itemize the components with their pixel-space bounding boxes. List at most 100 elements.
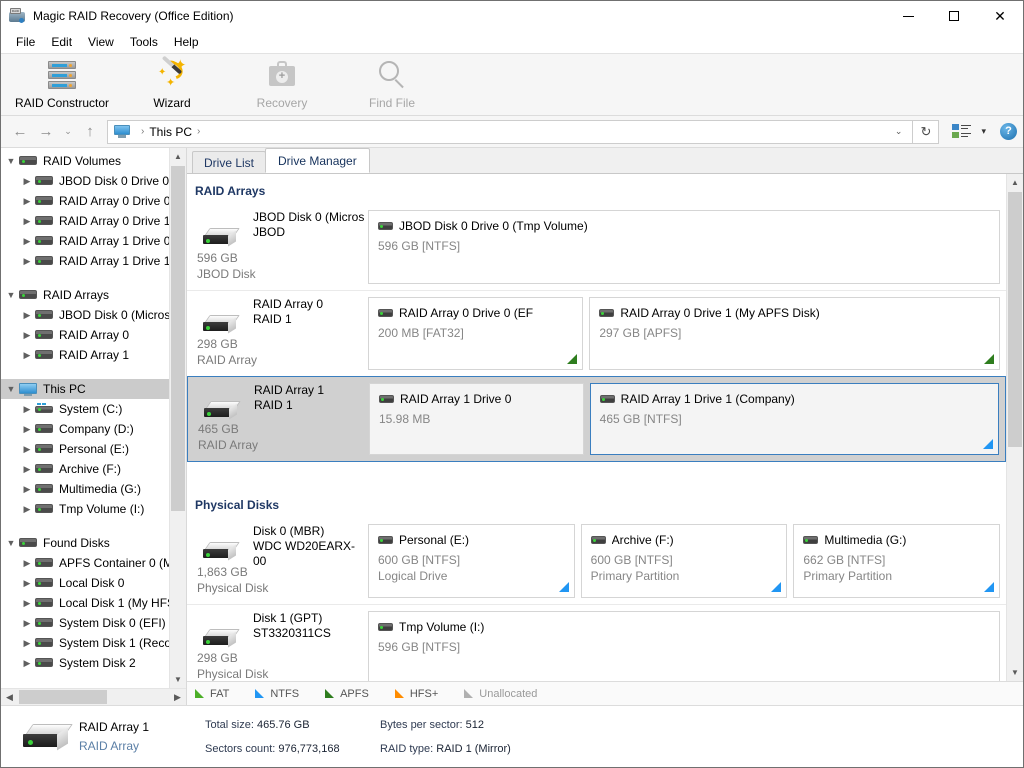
sidebar-horizontal-scrollbar[interactable]: ◀ ▶	[1, 688, 186, 705]
tree-group-this-pc[interactable]: ▼This PC	[1, 379, 186, 399]
chevron-right-icon[interactable]: ▶	[19, 504, 35, 515]
partition-tile[interactable]: RAID Array 1 Drive 1 (Company)465 GB [NT…	[590, 383, 999, 455]
chevron-right-icon[interactable]: ▶	[19, 444, 35, 455]
chevron-right-icon[interactable]: ▶	[19, 598, 35, 609]
menu-item-view[interactable]: View	[80, 33, 122, 51]
tree-item-local-disk-1-my-hfs[interactable]: ▶Local Disk 1 (My HFS	[1, 593, 186, 613]
chevron-right-icon[interactable]: ▶	[19, 330, 35, 341]
chevron-down-icon[interactable]: ▼	[3, 384, 19, 394]
tree-item-jbod-disk-0-drive-0-[interactable]: ▶JBOD Disk 0 Drive 0 (	[1, 171, 186, 191]
chevron-right-icon[interactable]: ▶	[19, 578, 35, 589]
breadcrumb[interactable]: › This PC › ⌄	[107, 120, 913, 144]
chevron-right-icon[interactable]: ▶	[19, 404, 35, 415]
wizard-button[interactable]: ✦ ✦ ✦ Wizard	[117, 54, 227, 115]
raid-constructor-button[interactable]: RAID Constructor	[7, 54, 117, 115]
scroll-left-icon[interactable]: ◀	[1, 689, 18, 706]
chevron-down-icon[interactable]: ▼	[3, 290, 19, 300]
menu-item-help[interactable]: Help	[166, 33, 207, 51]
tree-item-apfs-container-0-m[interactable]: ▶APFS Container 0 (M	[1, 553, 186, 573]
navigation-tree[interactable]: ▼RAID Volumes▶JBOD Disk 0 Drive 0 (▶RAID…	[1, 148, 186, 688]
chevron-right-icon[interactable]: ▶	[19, 558, 35, 569]
chevron-right-icon[interactable]: ▶	[19, 484, 35, 495]
tree-item-system-c-[interactable]: ▶System (C:)	[1, 399, 186, 419]
tree-item-raid-array-0-drive-1[interactable]: ▶RAID Array 0 Drive 1	[1, 211, 186, 231]
chevron-right-icon[interactable]: ▶	[19, 196, 35, 207]
refresh-button[interactable]: ↻	[913, 120, 939, 144]
disk-row[interactable]: JBOD Disk 0 (MicrosJBOD596 GBJBOD DiskJB…	[187, 204, 1006, 290]
chevron-right-icon[interactable]: ▶	[19, 424, 35, 435]
partition-tile[interactable]: RAID Array 0 Drive 1 (My APFS Disk)297 G…	[589, 297, 1000, 370]
back-button[interactable]: ←	[7, 120, 33, 144]
chevron-right-icon[interactable]: ▶	[19, 216, 35, 227]
partition-tile[interactable]: RAID Array 1 Drive 015.98 MB	[369, 383, 584, 455]
disk-row[interactable]: RAID Array 1RAID 1465 GBRAID ArrayRAID A…	[187, 376, 1006, 462]
scroll-down-icon[interactable]: ▼	[170, 671, 186, 688]
tree-item-system-disk-0-efi-[interactable]: ▶System Disk 0 (EFI)	[1, 613, 186, 633]
maximize-button[interactable]	[931, 1, 977, 31]
close-button[interactable]: ✕	[977, 1, 1023, 31]
tree-item-personal-e-[interactable]: ▶Personal (E:)	[1, 439, 186, 459]
recovery-button[interactable]: + Recovery	[227, 54, 337, 115]
tree-item-tmp-volume-i-[interactable]: ▶Tmp Volume (I:)	[1, 499, 186, 519]
chevron-right-icon[interactable]: ▶	[19, 176, 35, 187]
tree-group-raid-arrays[interactable]: ▼RAID Arrays	[1, 285, 186, 305]
tree-item-system-disk-1-recov[interactable]: ▶System Disk 1 (Recov	[1, 633, 186, 653]
partition-tile[interactable]: Personal (E:)600 GB [NTFS]Logical Drive	[368, 524, 575, 598]
tab-drive-manager[interactable]: Drive Manager	[265, 148, 370, 173]
tree-item-raid-array-0[interactable]: ▶RAID Array 0	[1, 325, 186, 345]
canvas-scroll-up-icon[interactable]: ▲	[1007, 174, 1023, 191]
minimize-button[interactable]	[885, 1, 931, 31]
partition-tile[interactable]: Archive (F:)600 GB [NTFS]Primary Partiti…	[581, 524, 788, 598]
tree-group-found-disks[interactable]: ▼Found Disks	[1, 533, 186, 553]
history-dropdown-icon[interactable]: ⌄	[59, 120, 77, 144]
forward-button[interactable]: →	[33, 120, 59, 144]
disk-row[interactable]: Disk 0 (MBR)WDC WD20EARX-001,863 GBPhysi…	[187, 518, 1006, 604]
tree-item-local-disk-0[interactable]: ▶Local Disk 0	[1, 573, 186, 593]
breadcrumb-this-pc[interactable]: This PC	[149, 125, 192, 139]
up-button[interactable]: ↑	[77, 120, 103, 144]
sidebar-hscroll-thumb[interactable]	[19, 690, 107, 704]
scroll-up-icon[interactable]: ▲	[170, 148, 186, 165]
partition-tile[interactable]: Multimedia (G:)662 GB [NTFS]Primary Part…	[793, 524, 1000, 598]
tab-drive-list[interactable]: Drive List	[192, 151, 266, 173]
find-file-button[interactable]: Find File	[337, 54, 447, 115]
tree-item-multimedia-g-[interactable]: ▶Multimedia (G:)	[1, 479, 186, 499]
canvas-scroll-thumb[interactable]	[1008, 192, 1022, 447]
sidebar-vertical-scrollbar[interactable]: ▲ ▼	[169, 148, 186, 688]
canvas-vertical-scrollbar[interactable]: ▲ ▼	[1006, 174, 1023, 681]
tree-item-raid-array-1-drive-1[interactable]: ▶RAID Array 1 Drive 1	[1, 251, 186, 271]
chevron-right-icon[interactable]: ▶	[19, 618, 35, 629]
tree-item-archive-f-[interactable]: ▶Archive (F:)	[1, 459, 186, 479]
tree-item-company-d-[interactable]: ▶Company (D:)	[1, 419, 186, 439]
view-options-caret-icon[interactable]: ▾	[975, 126, 992, 137]
tree-item-raid-array-1[interactable]: ▶RAID Array 1	[1, 345, 186, 365]
chevron-down-icon[interactable]: ▼	[3, 538, 19, 548]
canvas-scroll-down-icon[interactable]: ▼	[1007, 664, 1023, 681]
menu-item-file[interactable]: File	[8, 33, 43, 51]
partition-tile[interactable]: Tmp Volume (I:)596 GB [NTFS]	[368, 611, 1000, 681]
chevron-down-icon[interactable]: ▼	[3, 156, 19, 166]
breadcrumb-dropdown-icon[interactable]: ⌄	[887, 126, 911, 137]
partition-tile[interactable]: RAID Array 0 Drive 0 (EF200 MB [FAT32]	[368, 297, 583, 370]
tree-item-raid-array-0-drive-0[interactable]: ▶RAID Array 0 Drive 0	[1, 191, 186, 211]
tree-item-raid-array-1-drive-0[interactable]: ▶RAID Array 1 Drive 0	[1, 231, 186, 251]
scroll-right-icon[interactable]: ▶	[169, 689, 186, 706]
chevron-right-icon[interactable]: ▶	[19, 464, 35, 475]
tree-item-system-disk-2[interactable]: ▶System Disk 2	[1, 653, 186, 673]
partition-tile[interactable]: JBOD Disk 0 Drive 0 (Tmp Volume)596 GB […	[368, 210, 1000, 284]
chevron-right-icon[interactable]: ▶	[19, 658, 35, 669]
tree-item-jbod-disk-0-microso[interactable]: ▶JBOD Disk 0 (Microso	[1, 305, 186, 325]
view-options-icon[interactable]	[951, 123, 973, 141]
menu-item-tools[interactable]: Tools	[122, 33, 166, 51]
tree-group-raid-volumes[interactable]: ▼RAID Volumes	[1, 151, 186, 171]
chevron-right-icon[interactable]: ▶	[19, 310, 35, 321]
chevron-right-icon[interactable]: ▶	[19, 236, 35, 247]
disk-row[interactable]: RAID Array 0RAID 1298 GBRAID ArrayRAID A…	[187, 290, 1006, 376]
sidebar-scroll-thumb[interactable]	[171, 166, 185, 511]
chevron-right-icon[interactable]: ▶	[19, 350, 35, 361]
menu-item-edit[interactable]: Edit	[43, 33, 80, 51]
chevron-right-icon[interactable]: ▶	[19, 256, 35, 267]
help-icon[interactable]: ?	[1000, 123, 1017, 140]
chevron-right-icon[interactable]: ▶	[19, 638, 35, 649]
disk-row[interactable]: Disk 1 (GPT)ST3320311CS298 GBPhysical Di…	[187, 604, 1006, 681]
